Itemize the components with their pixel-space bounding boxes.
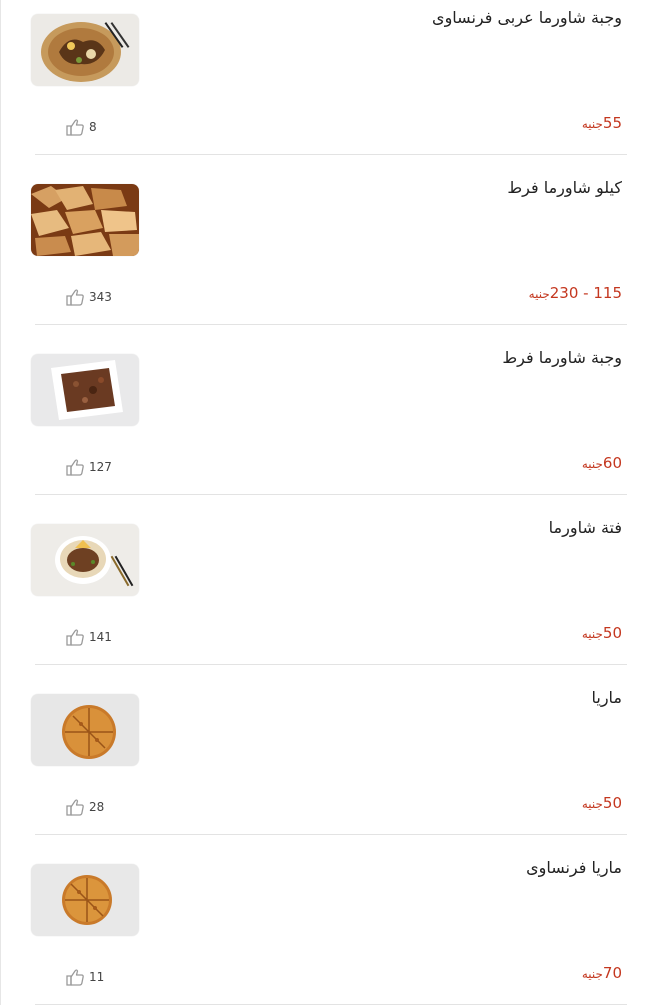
- item-image[interactable]: [31, 354, 139, 426]
- menu-item[interactable]: ماريا 50جنيه 28: [1, 680, 656, 850]
- item-image[interactable]: [31, 184, 139, 256]
- thumbs-up-icon: [65, 798, 87, 816]
- like-button[interactable]: 343: [65, 288, 135, 306]
- menu-list: وجبة شاورما عربى فرنساوى 55جنيه 8 كيلو ش…: [1, 0, 656, 1005]
- thumbs-up-icon: [65, 458, 87, 476]
- item-price: 50جنيه: [582, 624, 622, 642]
- menu-item[interactable]: وجبة شاورما فرط 60جنيه 127: [1, 340, 656, 510]
- thumbs-up-icon: [65, 118, 87, 136]
- thumbs-up-icon: [65, 288, 87, 306]
- thumbs-up-icon: [65, 628, 87, 646]
- like-count: 11: [89, 970, 105, 984]
- item-title[interactable]: فتة شاورما: [549, 518, 622, 537]
- thumbs-up-icon: [65, 968, 87, 986]
- item-price: 60جنيه: [582, 454, 622, 472]
- item-image[interactable]: [31, 864, 139, 936]
- menu-item[interactable]: فتة شاورما 50جنيه 141: [1, 510, 656, 680]
- price-currency: جنيه: [581, 627, 603, 641]
- item-title[interactable]: ماريا: [592, 688, 623, 707]
- item-image[interactable]: [31, 14, 139, 86]
- menu-page: وجبة شاورما عربى فرنساوى 55جنيه 8 كيلو ش…: [0, 0, 656, 1005]
- item-image[interactable]: [31, 694, 139, 766]
- item-title[interactable]: كيلو شاورما فرط: [507, 178, 622, 197]
- like-count: 28: [89, 800, 105, 814]
- price-amount: 50: [602, 794, 622, 812]
- item-price: 50جنيه: [582, 794, 622, 812]
- item-price: 115 - 230جنيه: [529, 284, 622, 302]
- menu-item[interactable]: كيلو شاورما فرط 115 - 230جنيه 343: [1, 170, 656, 340]
- price-amount: 70: [602, 964, 622, 982]
- item-image[interactable]: [31, 524, 139, 596]
- item-divider: [35, 154, 627, 155]
- item-price: 55جنيه: [582, 114, 622, 132]
- price-currency: جنيه: [528, 287, 550, 301]
- like-count: 127: [89, 460, 112, 474]
- like-count: 8: [89, 120, 97, 134]
- price-currency: جنيه: [581, 967, 603, 981]
- menu-item[interactable]: وجبة شاورما عربى فرنساوى 55جنيه 8: [1, 0, 656, 170]
- item-price: 70جنيه: [582, 964, 622, 982]
- price-amount: 50: [602, 624, 622, 642]
- like-button[interactable]: 8: [65, 118, 135, 136]
- like-count: 141: [89, 630, 112, 644]
- price-amount: 115 - 230: [549, 284, 622, 302]
- item-divider: [35, 834, 627, 835]
- item-divider: [35, 494, 627, 495]
- price-currency: جنيه: [581, 797, 603, 811]
- item-title[interactable]: وجبة شاورما فرط: [502, 348, 622, 367]
- like-button[interactable]: 127: [65, 458, 135, 476]
- item-divider: [35, 324, 627, 325]
- price-currency: جنيه: [581, 457, 603, 471]
- like-button[interactable]: 28: [65, 798, 135, 816]
- like-count: 343: [89, 290, 112, 304]
- item-title[interactable]: وجبة شاورما عربى فرنساوى: [432, 8, 622, 27]
- menu-item[interactable]: ماريا فرنساوى 70جنيه 11: [1, 850, 656, 1005]
- like-button[interactable]: 141: [65, 628, 135, 646]
- item-title[interactable]: ماريا فرنساوى: [526, 858, 622, 877]
- price-currency: جنيه: [581, 117, 603, 131]
- price-amount: 55: [602, 114, 622, 132]
- price-amount: 60: [602, 454, 622, 472]
- like-button[interactable]: 11: [65, 968, 135, 986]
- item-divider: [35, 664, 627, 665]
